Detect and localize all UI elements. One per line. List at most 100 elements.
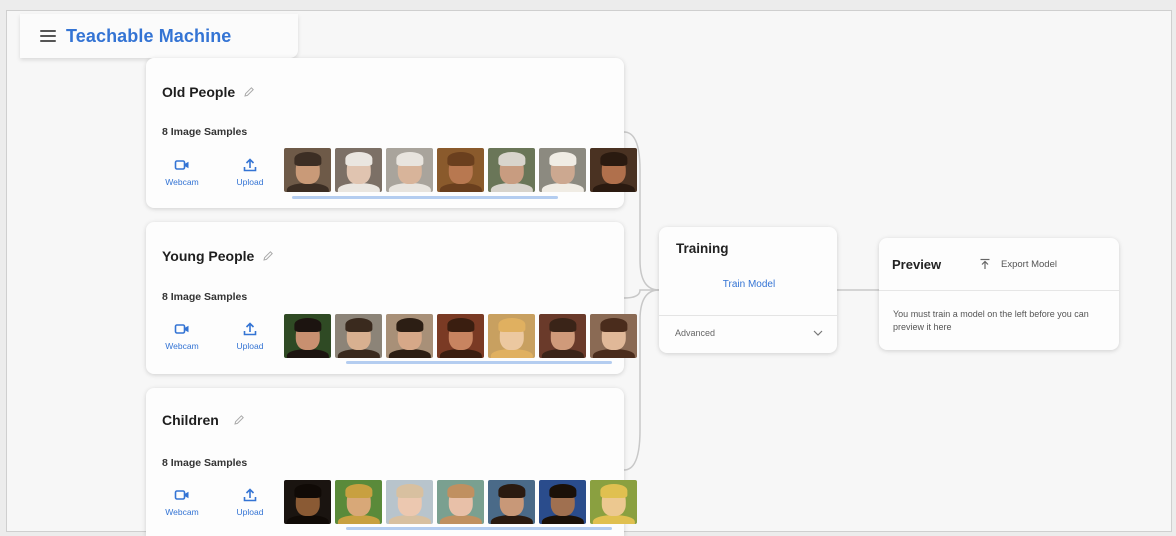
webcam-icon: [174, 160, 189, 170]
upload-button[interactable]: Upload: [230, 322, 270, 351]
thumbnail-body: [541, 183, 584, 192]
thumbnail-body: [388, 349, 431, 358]
thumbnail-hair: [548, 484, 577, 498]
thumbnail-body: [490, 183, 533, 192]
webcam-button[interactable]: Webcam: [162, 158, 202, 187]
sample-thumbnail[interactable]: [488, 480, 535, 524]
thumbnail-body: [592, 515, 635, 524]
class-name-children[interactable]: Children: [162, 412, 245, 428]
sample-thumbnail[interactable]: [437, 148, 484, 192]
class-card-young-people: Young People 8 Image Samples Webcam Uplo…: [146, 222, 637, 374]
export-model-button[interactable]: Export Model: [979, 258, 1057, 270]
thumbnail-body: [439, 183, 482, 192]
thumbnail-body: [337, 183, 380, 192]
training-title: Training: [676, 241, 729, 256]
class-name-old-people[interactable]: Old People: [162, 84, 255, 100]
thumbnail-hair: [293, 318, 322, 332]
pencil-icon[interactable]: [233, 414, 245, 426]
sample-thumbnail[interactable]: [437, 314, 484, 358]
hamburger-menu-icon[interactable]: [40, 30, 56, 42]
webcam-icon: [174, 324, 189, 334]
webcam-button[interactable]: Webcam: [162, 488, 202, 517]
thumbnail-hair: [599, 318, 628, 332]
thumbnail-body: [286, 349, 329, 358]
sample-thumbnail[interactable]: [590, 148, 637, 192]
webcam-label: Webcam: [165, 507, 199, 517]
webcam-label: Webcam: [165, 341, 199, 351]
webcam-label: Webcam: [165, 177, 199, 187]
thumbnail-body: [439, 515, 482, 524]
sample-thumbnail[interactable]: [539, 314, 586, 358]
webcam-button[interactable]: Webcam: [162, 322, 202, 351]
class-card-old-people: Old People 8 Image Samples Webcam Upload: [146, 58, 637, 208]
sample-thumbnail[interactable]: [539, 148, 586, 192]
thumbnail-body: [541, 349, 584, 358]
thumbnail-hair: [497, 318, 526, 332]
thumbnail-body: [592, 349, 635, 358]
sample-count: 8 Image Samples: [162, 126, 248, 138]
advanced-toggle[interactable]: Advanced: [659, 315, 837, 350]
class-card-children: Children 8 Image Samples Webcam Upload: [146, 388, 637, 536]
class-name-young-people[interactable]: Young People: [162, 248, 274, 264]
sample-thumbnail[interactable]: [590, 480, 637, 524]
training-panel: Training Train Model Advanced: [659, 227, 837, 353]
thumbnail-body: [388, 515, 431, 524]
sample-thumbnails: [284, 314, 637, 358]
sample-thumbnails: [284, 480, 637, 524]
thumbnail-hair: [599, 484, 628, 498]
sample-thumbnail[interactable]: [386, 314, 433, 358]
sample-thumbnail[interactable]: [284, 314, 331, 358]
thumbnail-hair: [497, 152, 526, 166]
thumbnail-hair: [548, 152, 577, 166]
upload-button[interactable]: Upload: [230, 158, 270, 187]
preview-title: Preview: [892, 257, 942, 272]
upload-label: Upload: [236, 341, 264, 351]
pencil-icon[interactable]: [262, 250, 274, 262]
samples-scroll-strip[interactable]: [292, 196, 558, 199]
sample-thumbnail[interactable]: [488, 148, 535, 192]
upload-button[interactable]: Upload: [230, 488, 270, 517]
sample-thumbnails: [284, 148, 637, 192]
thumbnail-hair: [446, 318, 475, 332]
thumbnail-body: [592, 183, 635, 192]
thumbnail-hair: [395, 484, 424, 498]
sample-thumbnail[interactable]: [284, 480, 331, 524]
export-model-label: Export Model: [1001, 258, 1057, 270]
sample-thumbnail[interactable]: [335, 480, 382, 524]
sample-thumbnail[interactable]: [284, 148, 331, 192]
thumbnail-hair: [548, 318, 577, 332]
sample-thumbnail[interactable]: [335, 314, 382, 358]
thumbnail-body: [388, 183, 431, 192]
upload-label: Upload: [236, 177, 264, 187]
sample-thumbnail[interactable]: [488, 314, 535, 358]
thumbnail-hair: [599, 152, 628, 166]
thumbnail-hair: [395, 318, 424, 332]
sample-thumbnail[interactable]: [335, 148, 382, 192]
sample-thumbnail[interactable]: [590, 314, 637, 358]
thumbnail-hair: [497, 484, 526, 498]
app-title[interactable]: Teachable Machine: [66, 26, 231, 47]
thumbnail-hair: [293, 484, 322, 498]
sample-thumbnail[interactable]: [539, 480, 586, 524]
webcam-icon: [174, 490, 189, 500]
thumbnail-hair: [446, 152, 475, 166]
sample-thumbnail[interactable]: [386, 480, 433, 524]
thumbnail-hair: [344, 484, 373, 498]
preview-header: Preview Export Model: [879, 238, 1119, 291]
sample-thumbnail[interactable]: [437, 480, 484, 524]
upload-icon: [243, 322, 257, 336]
thumbnail-body: [490, 515, 533, 524]
thumbnail-body: [337, 515, 380, 524]
samples-scroll-strip[interactable]: [346, 527, 612, 530]
advanced-label: Advanced: [675, 328, 716, 338]
thumbnail-body: [286, 515, 329, 524]
sample-count: 8 Image Samples: [162, 457, 248, 469]
thumbnail-body: [541, 515, 584, 524]
sample-thumbnail[interactable]: [386, 148, 433, 192]
thumbnail-hair: [344, 152, 373, 166]
train-model-button[interactable]: Train Model: [693, 275, 805, 295]
pencil-icon[interactable]: [243, 86, 255, 98]
samples-scroll-strip[interactable]: [346, 361, 612, 364]
sample-count: 8 Image Samples: [162, 291, 248, 303]
thumbnail-body: [439, 349, 482, 358]
